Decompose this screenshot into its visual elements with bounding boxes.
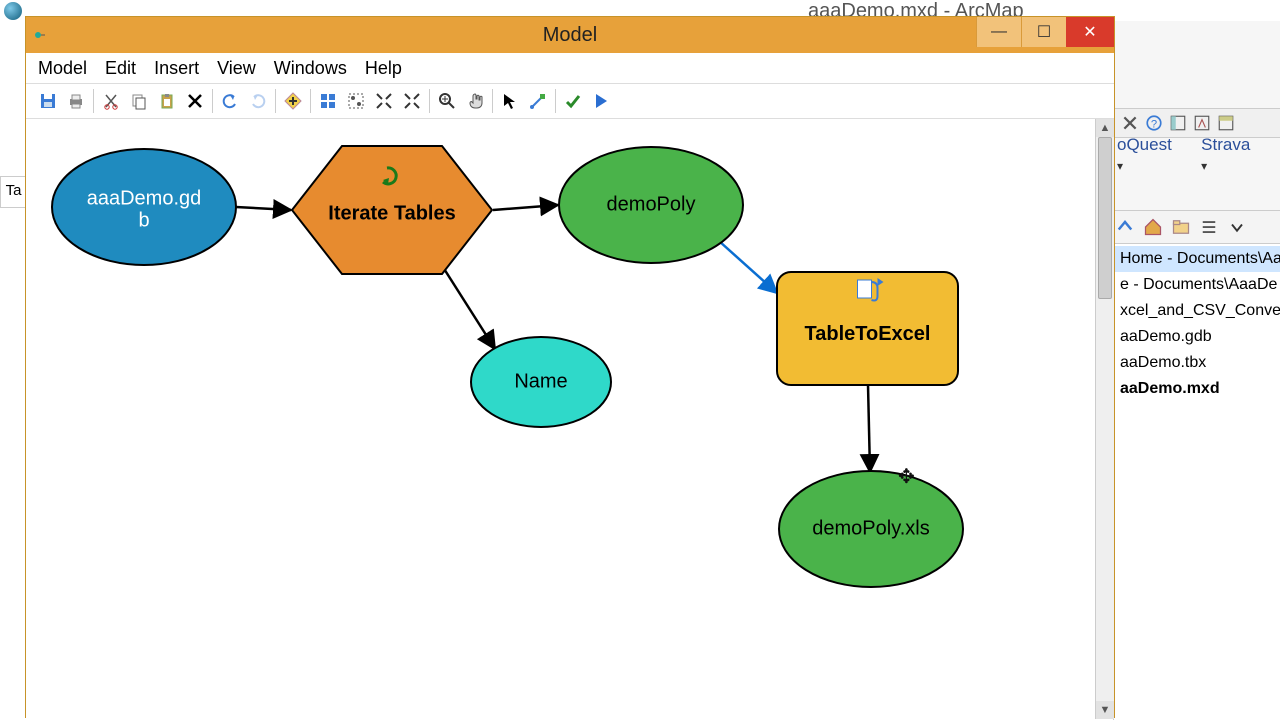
expand-icon[interactable]: [398, 87, 426, 115]
scroll-up-icon[interactable]: ▲: [1096, 119, 1114, 137]
catalog-item[interactable]: e - Documents\AaaDe: [1114, 272, 1280, 298]
node-input[interactable]: aaaDemo.gdb: [52, 149, 236, 265]
home-icon[interactable]: [1143, 217, 1163, 237]
toolbar: [26, 84, 1114, 119]
collapse-icon[interactable]: [370, 87, 398, 115]
copy-icon[interactable]: [125, 87, 153, 115]
menu-model[interactable]: Model: [38, 58, 87, 79]
menu-view[interactable]: View: [217, 58, 256, 79]
print-icon[interactable]: [62, 87, 90, 115]
link-strava[interactable]: Strava ▾: [1201, 135, 1272, 175]
node-output[interactable]: demoPoly.xls: [779, 471, 963, 587]
list-icon[interactable]: [1199, 217, 1219, 237]
zoom-in-icon[interactable]: [433, 87, 461, 115]
model-title: Model: [26, 24, 1114, 47]
node-iterate[interactable]: Iterate Tables: [292, 146, 492, 274]
link-oquest[interactable]: oQuest ▾: [1117, 135, 1193, 175]
save-icon[interactable]: [34, 87, 62, 115]
select-icon[interactable]: [496, 87, 524, 115]
run-icon[interactable]: [587, 87, 615, 115]
scroll-thumb[interactable]: [1098, 137, 1112, 299]
catalog-item[interactable]: Home - Documents\Aaa: [1114, 246, 1280, 272]
redo-icon[interactable]: [244, 87, 272, 115]
catalog-toolbar: [1113, 210, 1280, 244]
panel1-icon[interactable]: [1169, 114, 1187, 132]
connector[interactable]: [868, 385, 870, 472]
catalog-item[interactable]: xcel_and_CSV_Convers: [1114, 298, 1280, 324]
close-button[interactable]: ✕: [1066, 17, 1114, 47]
add-data-icon[interactable]: [279, 87, 307, 115]
catalog-item[interactable]: aaDemo.mxd: [1114, 376, 1280, 402]
up-icon[interactable]: [1115, 217, 1135, 237]
connector[interactable]: [441, 264, 495, 349]
model-titlebar[interactable]: Model — ☐ ✕: [26, 17, 1114, 53]
connect-icon[interactable]: [524, 87, 552, 115]
layout-grid-icon[interactable]: [314, 87, 342, 115]
delete-icon[interactable]: [181, 87, 209, 115]
model-diagram: aaaDemo.gdb Iterate Tables demoPoly Name Tab…: [26, 119, 1096, 719]
menu-edit[interactable]: Edit: [105, 58, 136, 79]
node-demopoly[interactable]: demoPoly: [559, 147, 743, 263]
cut-icon[interactable]: [97, 87, 125, 115]
connect-folder-icon[interactable]: [1171, 217, 1191, 237]
panel2-icon[interactable]: [1193, 114, 1211, 132]
connector[interactable]: [236, 207, 291, 210]
catalog-item[interactable]: aaDemo.tbx: [1114, 350, 1280, 376]
menu-windows[interactable]: Windows: [274, 58, 347, 79]
menubar: Model Edit Insert View Windows Help: [26, 53, 1114, 84]
scroll-down-icon[interactable]: ▼: [1096, 701, 1114, 719]
vertical-scrollbar[interactable]: ▲ ▼: [1095, 119, 1114, 719]
undo-icon[interactable]: [216, 87, 244, 115]
close-icon[interactable]: [1121, 114, 1139, 132]
minimize-button[interactable]: —: [976, 17, 1021, 47]
svg-text:?: ?: [1151, 119, 1157, 131]
arcmap-small-toolbar: ?: [1113, 108, 1280, 138]
node-tool[interactable]: TableToExcel: [777, 272, 958, 385]
model-window: Model — ☐ ✕ Model Edit Insert View Windo…: [25, 16, 1115, 718]
arcmap-app-icon: [4, 2, 22, 20]
basemap-links: oQuest ▾ Strava ▾: [1113, 140, 1280, 170]
menu-help[interactable]: Help: [365, 58, 402, 79]
connector[interactable]: [719, 241, 777, 293]
modelbuilder-icon: [34, 26, 52, 44]
paste-icon[interactable]: [153, 87, 181, 115]
maximize-button[interactable]: ☐: [1021, 17, 1066, 47]
catalog-tree[interactable]: Home - Documents\Aaa e - Documents\AaaDe…: [1113, 244, 1280, 720]
help-icon[interactable]: ?: [1145, 114, 1163, 132]
validate-icon[interactable]: [559, 87, 587, 115]
auto-layout-icon[interactable]: [342, 87, 370, 115]
connector[interactable]: [493, 205, 558, 210]
pan-icon[interactable]: [461, 87, 489, 115]
panel3-icon[interactable]: [1217, 114, 1235, 132]
left-tab-stub[interactable]: Ta: [0, 176, 27, 208]
script-scroll-icon: [858, 280, 872, 298]
dropdown-icon[interactable]: [1227, 217, 1247, 237]
node-name[interactable]: Name: [471, 337, 611, 427]
menu-insert[interactable]: Insert: [154, 58, 199, 79]
model-canvas[interactable]: aaaDemo.gdb Iterate Tables demoPoly Name Tab…: [26, 119, 1096, 719]
catalog-item[interactable]: aaDemo.gdb: [1114, 324, 1280, 350]
